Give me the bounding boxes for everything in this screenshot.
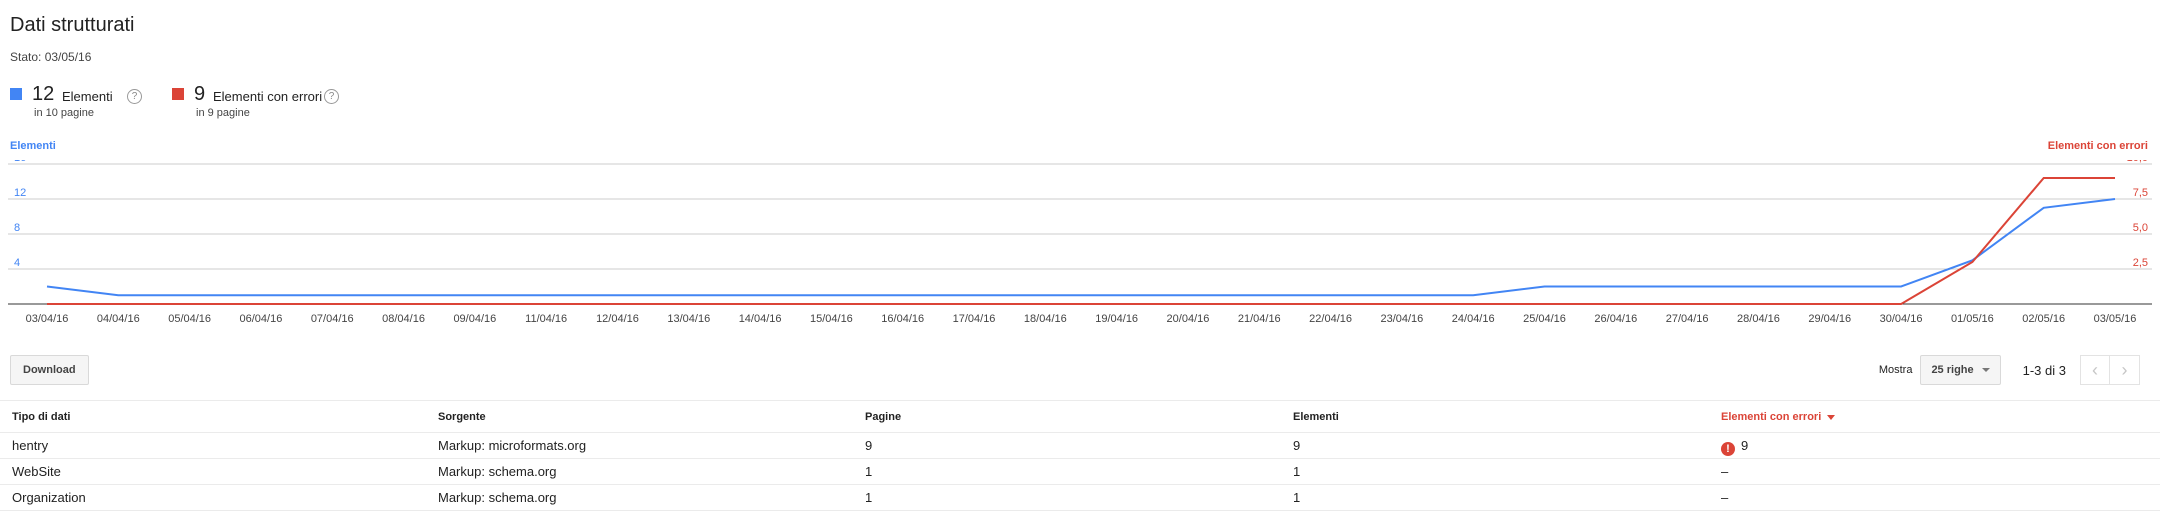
left-tick-label: 4	[14, 257, 20, 269]
left-axis-title: Elementi	[10, 140, 56, 152]
x-tick-label: 17/04/16	[953, 313, 996, 325]
cell-errors: –	[1721, 464, 1729, 479]
x-tick-label: 25/04/16	[1523, 313, 1566, 325]
x-tick-label: 11/04/16	[525, 313, 567, 325]
x-tick-label: 01/05/16	[1951, 313, 1994, 325]
metric-items-value: 12	[32, 83, 55, 105]
chevron-right-icon: ›	[2121, 359, 2128, 380]
column-header-pages[interactable]: Pagine	[865, 401, 901, 433]
errors-color-swatch	[172, 88, 184, 100]
column-header-errors[interactable]: Elementi con errori	[1721, 401, 1836, 433]
table-row[interactable]: Organization Markup: schema.org 1 1 –	[0, 484, 2160, 510]
chevron-down-icon	[1981, 368, 1990, 372]
page-title: Dati strutturati	[10, 14, 135, 36]
show-label: Mostra	[1878, 364, 1913, 376]
items-color-swatch	[10, 88, 22, 100]
x-tick-label: 27/04/16	[1666, 313, 1709, 325]
series-line-elementi	[46, 198, 2116, 297]
x-tick-label: 21/04/16	[1238, 313, 1281, 325]
x-tick-label: 05/04/16	[168, 313, 211, 325]
right-tick-label: 7,5	[2133, 187, 2148, 199]
column-header-type[interactable]: Tipo di dati	[12, 401, 70, 433]
metric-items[interactable]: 12 Elementi ? in 10 pagine	[10, 83, 160, 123]
page-range: 1-3 di 3	[2022, 362, 2066, 378]
right-axis-title: Elementi con errori	[2047, 140, 2148, 152]
x-tick-label: 20/04/16	[1167, 313, 1210, 325]
cell-items: 1	[1293, 490, 1301, 505]
cell-errors-value: 9	[1741, 438, 1749, 453]
download-button[interactable]: Download	[10, 355, 89, 385]
rows-per-page-select[interactable]: 25 righe	[1920, 355, 2001, 385]
cell-errors: –	[1721, 490, 1729, 505]
rows-per-page-value: 25 righe	[1931, 364, 1974, 376]
x-tick-label: 19/04/16	[1095, 313, 1138, 325]
metric-errors-label: Elementi con errori	[213, 89, 323, 104]
prev-page-button[interactable]: ‹	[2080, 355, 2110, 385]
cell-pages: 9	[865, 438, 873, 453]
table-row[interactable]: hentry Markup: microformats.org 9 9 ! 9	[0, 432, 2160, 458]
x-tick-label: 26/04/16	[1594, 313, 1637, 325]
chevron-left-icon: ‹	[2092, 359, 2098, 380]
table-row[interactable]: WebSite Markup: schema.org 1 1 –	[0, 458, 2160, 484]
right-tick-label: 10,0	[2127, 160, 2148, 164]
error-icon: !	[1721, 442, 1735, 456]
cell-type[interactable]: Organization	[12, 485, 86, 511]
metric-errors[interactable]: 9 Elementi con errori ? in 9 pagine	[172, 83, 352, 123]
left-tick-label: 8	[14, 222, 20, 234]
x-tick-label: 07/04/16	[311, 313, 354, 325]
sort-desc-icon	[1827, 414, 1836, 420]
line-chart: 4 8 12 16 2,5 5,0 7,5 10,0 03/04/16 04/04/16 05/04…	[8, 160, 2152, 325]
column-header-errors-label: Elementi con errori	[1721, 411, 1822, 423]
cell-source: Markup: schema.org	[438, 464, 557, 479]
help-icon[interactable]: ?	[127, 89, 142, 104]
x-tick-label: 30/04/16	[1880, 313, 1923, 325]
next-page-button[interactable]: ›	[2110, 355, 2140, 385]
help-icon[interactable]: ?	[324, 89, 339, 104]
x-tick-label: 18/04/16	[1024, 313, 1067, 325]
x-tick-label: 15/04/16	[810, 313, 853, 325]
x-tick-label: 03/05/16	[2094, 313, 2137, 325]
status-date: Stato: 03/05/16	[10, 50, 92, 64]
x-tick-label: 24/04/16	[1452, 313, 1495, 325]
column-header-source[interactable]: Sorgente	[438, 401, 486, 433]
x-tick-label: 02/05/16	[2022, 313, 2065, 325]
x-tick-label: 08/04/16	[382, 313, 425, 325]
series-line-elementi-con-errori	[47, 177, 2115, 305]
x-tick-label: 06/04/16	[240, 313, 283, 325]
x-tick-label: 29/04/16	[1808, 313, 1851, 325]
cell-source: Markup: microformats.org	[438, 438, 587, 453]
metric-errors-value: 9	[194, 83, 206, 105]
metric-items-label: Elementi	[62, 89, 113, 104]
left-tick-label: 16	[14, 160, 26, 164]
column-header-items[interactable]: Elementi	[1293, 401, 1339, 433]
cell-type[interactable]: WebSite	[12, 459, 61, 485]
table-header: Tipo di dati Sorgente Pagine Elementi El…	[0, 400, 2160, 432]
x-tick-label: 23/04/16	[1380, 313, 1423, 325]
x-tick-label: 22/04/16	[1309, 313, 1352, 325]
cell-source: Markup: schema.org	[438, 490, 557, 505]
x-tick-label: 13/04/16	[667, 313, 710, 325]
right-tick-label: 5,0	[2133, 222, 2148, 234]
x-tick-label: 14/04/16	[739, 313, 782, 325]
metric-items-sub: in 10 pagine	[34, 107, 94, 119]
x-tick-label: 16/04/16	[881, 313, 924, 325]
cell-pages: 1	[865, 490, 873, 505]
cell-errors: ! 9	[1721, 433, 1748, 459]
cell-items: 1	[1293, 464, 1301, 479]
x-tick-label: 04/04/16	[97, 313, 140, 325]
x-tick-label: 28/04/16	[1737, 313, 1780, 325]
left-tick-label: 12	[14, 187, 26, 199]
x-tick-label: 09/04/16	[453, 313, 496, 325]
cell-items: 9	[1293, 438, 1301, 453]
pagination: Mostra 25 righe 1-3 di 3 ‹ ›	[1879, 354, 2140, 386]
x-tick-label: 03/04/16	[26, 313, 69, 325]
metric-errors-sub: in 9 pagine	[196, 107, 250, 119]
cell-type[interactable]: hentry	[12, 433, 48, 459]
right-tick-label: 2,5	[2133, 257, 2148, 269]
x-tick-label: 12/04/16	[596, 313, 639, 325]
cell-pages: 1	[865, 464, 873, 479]
